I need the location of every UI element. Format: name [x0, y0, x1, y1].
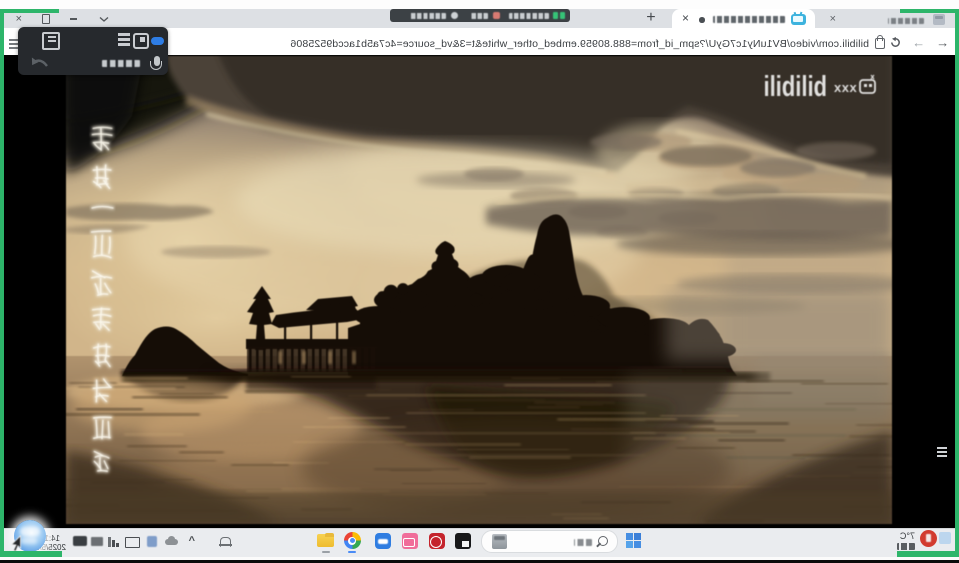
svg-text:xxx: xxx: [834, 80, 857, 95]
svg-text:bilibili: bilibili: [763, 71, 827, 102]
